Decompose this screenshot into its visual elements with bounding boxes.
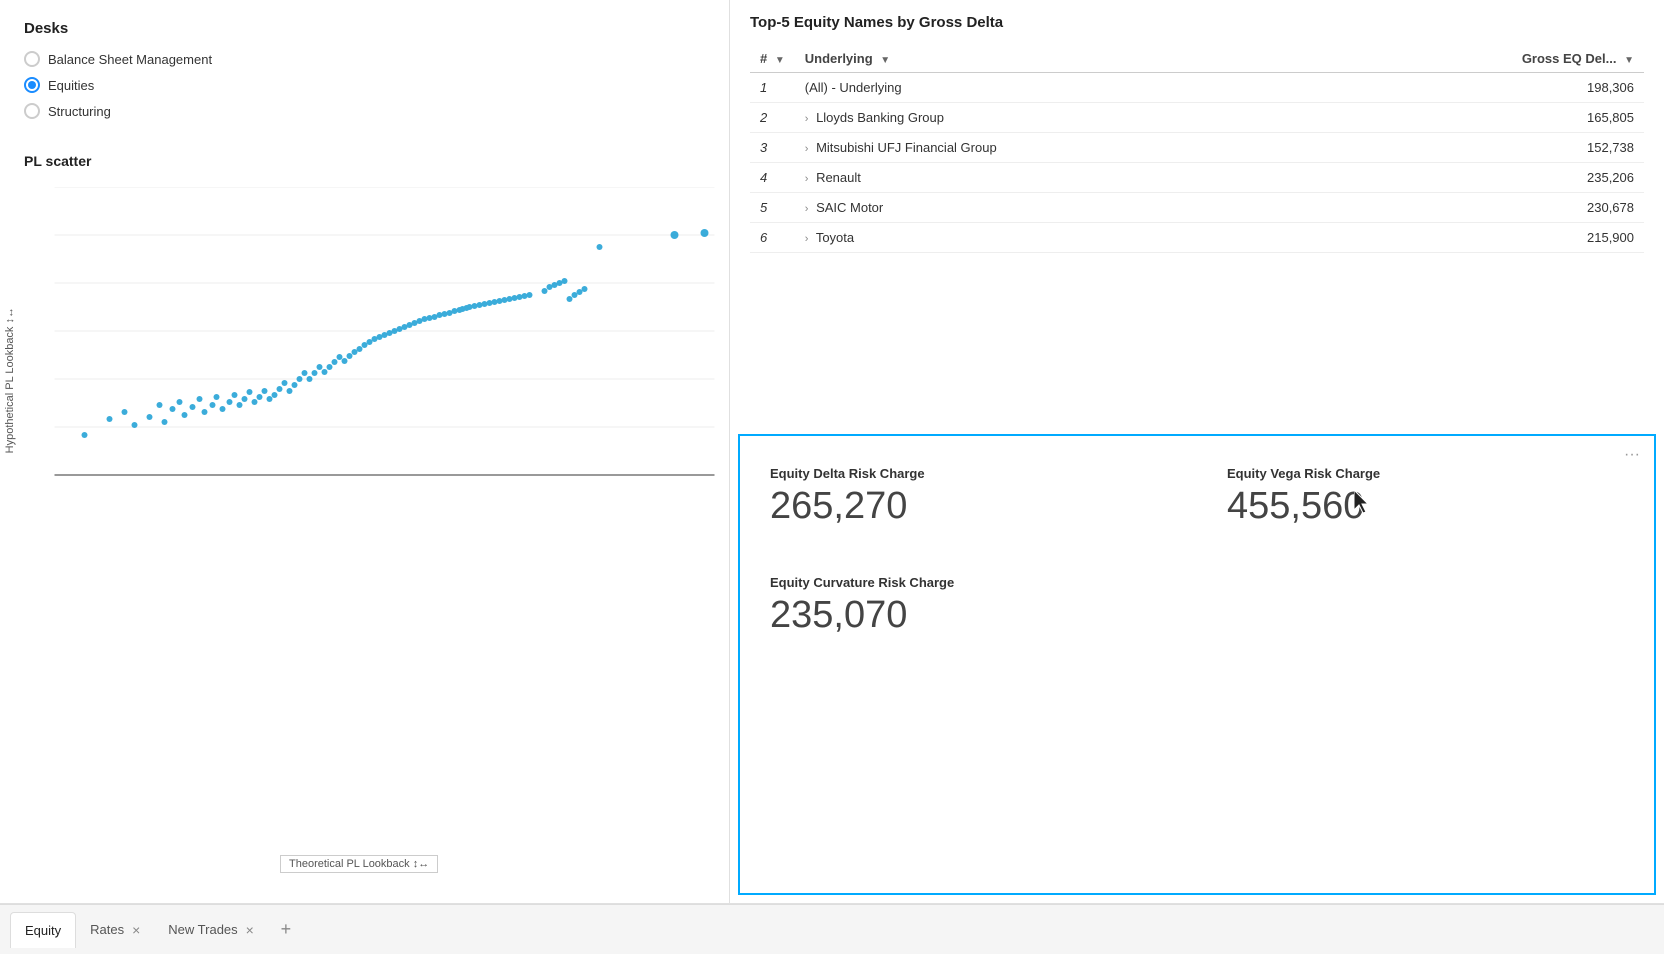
table-row[interactable]: 6 › Toyota 215,900 [750,223,1644,253]
sort-icon-underlying: ▼ [880,55,890,66]
desk-label-equities: Equities [48,78,94,93]
tab-new-trades-close[interactable]: × [246,923,254,937]
desk-label-structuring: Structuring [48,104,111,119]
cell-value-4: 235,206 [1318,163,1644,193]
col-header-underlying[interactable]: Underlying ▼ [795,45,1318,73]
expand-arrow-3: › [805,143,809,155]
x-axis-label: Theoretical PL Lookback ↕↔ [280,855,438,873]
main-container: Desks Balance Sheet Management Equities … [0,0,1664,954]
cell-value-6: 215,900 [1318,223,1644,253]
tab-add-button[interactable]: + [272,916,300,944]
table-title: Top-5 Equity Names by Gross Delta [750,14,1644,31]
svg-text:-50k: -50k [50,375,51,386]
cell-underlying-3: › Mitsubishi UFJ Financial Group [795,133,1318,163]
metric-value-equity-curvature: 235,070 [770,596,1167,634]
table-row[interactable]: 2 › Lloyds Banking Group 165,805 [750,103,1644,133]
cell-num-5: 5 [750,193,795,223]
cell-num-6: 6 [750,223,795,253]
cell-num-1: 1 [750,73,795,103]
desk-balance-sheet[interactable]: Balance Sheet Management [24,51,705,67]
risk-metrics-grid: Equity Delta Risk Charge 265,270 Equity … [770,466,1624,634]
tab-equity[interactable]: Equity [10,912,76,948]
table-row[interactable]: 5 › SAIC Motor 230,678 [750,193,1644,223]
cell-num-2: 2 [750,103,795,133]
tab-bar: Equity Rates × New Trades × + [0,904,1664,954]
radio-circle-structuring [24,103,40,119]
metric-value-equity-vega: 455,560 [1227,487,1624,525]
cell-underlying-2: › Lloyds Banking Group [795,103,1318,133]
tab-equity-label: Equity [25,923,61,938]
top5-table-section: Top-5 Equity Names by Gross Delta # ▼ Un… [730,0,1664,426]
desks-title: Desks [24,20,705,37]
tab-rates-close[interactable]: × [132,923,140,937]
y-axis-label: Hypothetical PL Lookback ↕↔ [4,307,16,453]
desks-radio-group: Balance Sheet Management Equities Struct… [24,51,705,119]
metric-label-equity-vega: Equity Vega Risk Charge [1227,466,1624,481]
radio-circle-balance-sheet [24,51,40,67]
cell-num-3: 3 [750,133,795,163]
sort-icon-num: ▼ [775,55,785,66]
top-row: Desks Balance Sheet Management Equities … [0,0,1664,904]
table-row[interactable]: 1 (All) - Underlying 198,306 [750,73,1644,103]
table-row[interactable]: 4 › Renault 235,206 [750,163,1644,193]
scatter-chart: 150k 100k 50k 0k -50k -100k -80,000 -60,… [50,187,719,477]
risk-panel-menu-button[interactable]: ··· [1624,446,1640,464]
desk-label-balance-sheet: Balance Sheet Management [48,52,212,67]
desk-equities[interactable]: Equities [24,77,705,93]
scatter-title: PL scatter [0,153,729,169]
table-row[interactable]: 3 › Mitsubishi UFJ Financial Group 152,7… [750,133,1644,163]
sort-icon-gross: ▼ [1624,55,1634,66]
cell-num-4: 4 [750,163,795,193]
cell-underlying-4: › Renault [795,163,1318,193]
cell-value-2: 165,805 [1318,103,1644,133]
tab-new-trades[interactable]: New Trades × [154,912,268,948]
metric-equity-delta: Equity Delta Risk Charge 265,270 [770,466,1167,525]
tab-new-trades-label: New Trades [168,922,237,937]
tab-rates[interactable]: Rates × [76,912,154,948]
cell-value-5: 230,678 [1318,193,1644,223]
metric-equity-vega: Equity Vega Risk Charge 455,560 [1227,466,1624,525]
scatter-panel: PL scatter Hypothetical PL Lookback ↕↔ [0,139,730,903]
equity-table: # ▼ Underlying ▼ Gross EQ Del... ▼ [750,45,1644,253]
radio-circle-equities [24,77,40,93]
metric-equity-curvature: Equity Curvature Risk Charge 235,070 [770,575,1167,634]
cell-value-3: 152,738 [1318,133,1644,163]
cell-underlying-1: (All) - Underlying [795,73,1318,103]
metric-value-equity-delta: 265,270 [770,487,1167,525]
expand-arrow-5: › [805,203,809,215]
desk-structuring[interactable]: Structuring [24,103,705,119]
metric-label-equity-curvature: Equity Curvature Risk Charge [770,575,1167,590]
tab-rates-label: Rates [90,922,124,937]
col-header-gross-eq[interactable]: Gross EQ Del... ▼ [1318,45,1644,73]
expand-arrow-2: › [805,113,809,125]
cell-underlying-6: › Toyota [795,223,1318,253]
metric-label-equity-delta: Equity Delta Risk Charge [770,466,1167,481]
col-header-num[interactable]: # ▼ [750,45,795,73]
risk-metrics-panel: ··· Equity Delta Risk Charge 265,270 Equ… [738,434,1656,896]
desks-section: Desks Balance Sheet Management Equities … [0,0,730,139]
cell-underlying-5: › SAIC Motor [795,193,1318,223]
expand-arrow-6: › [805,233,809,245]
expand-arrow-4: › [805,173,809,185]
cell-value-1: 198,306 [1318,73,1644,103]
